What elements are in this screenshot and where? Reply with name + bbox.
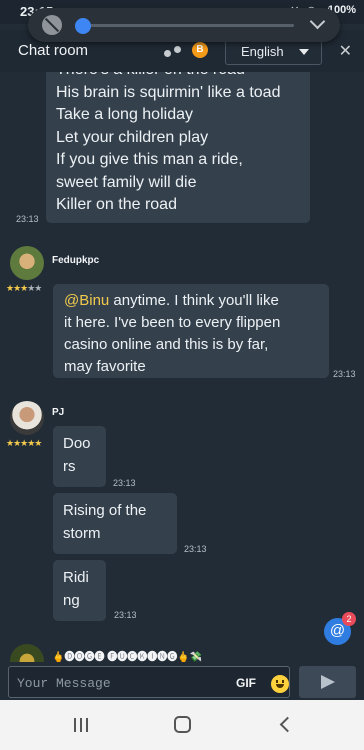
sound-icon[interactable]	[164, 44, 184, 58]
message-input[interactable]	[17, 673, 217, 693]
username[interactable]: PJ	[52, 407, 64, 418]
message-line: sweet family will die	[56, 173, 197, 191]
message-line: it here. I've been to every flippen	[64, 314, 281, 331]
username[interactable]: Fedupkpc	[52, 255, 99, 266]
message-line: Rising of the	[63, 502, 147, 519]
volume-slider[interactable]	[74, 18, 294, 34]
send-button[interactable]	[299, 666, 356, 698]
message-line: Take a long holiday	[56, 106, 193, 123]
avatar[interactable]	[10, 644, 44, 662]
avatar[interactable]	[10, 401, 44, 435]
caret-down-icon	[299, 49, 309, 55]
chat-room-title: Chat room	[18, 42, 89, 59]
message-line: casino online and this is by far,	[64, 336, 269, 353]
message-input-box: GIF	[8, 666, 290, 698]
message-bubble: Rising of the storm	[53, 493, 177, 554]
message-bubble: There's a killer on the road His brain i…	[46, 72, 310, 223]
rating-stars: ★★★★★	[6, 283, 42, 293]
coin-icon[interactable]: B	[192, 42, 208, 58]
message-list[interactable]: There's a killer on the road His brain i…	[0, 72, 364, 662]
message-line: may favorite	[64, 358, 146, 375]
message-line: His brain is squirmin' like a toad	[56, 83, 281, 101]
message-line: ng	[63, 592, 80, 609]
user-mention[interactable]: @Binu	[64, 292, 109, 309]
message-line: There's a killer on the road	[56, 72, 280, 82]
chevron-down-icon[interactable]	[308, 15, 326, 33]
emoji-icon[interactable]	[271, 675, 289, 693]
message-text: anytime. I think you'll like	[109, 292, 279, 309]
message-line: Doo	[63, 435, 91, 452]
system-nav-bar	[0, 700, 364, 750]
language-value: English	[241, 44, 284, 59]
unread-badge: 2	[342, 612, 356, 626]
back-icon[interactable]	[279, 716, 296, 733]
message-bubble: Doo rs	[53, 426, 106, 487]
rating-stars: ★★★★★	[6, 438, 42, 448]
message-time: 23:13	[114, 610, 137, 620]
avatar[interactable]	[10, 246, 44, 280]
volume-thumb[interactable]	[74, 18, 91, 34]
message-line: Ridi	[63, 569, 89, 586]
mute-icon[interactable]	[42, 15, 62, 35]
message-time: 23:13	[333, 369, 356, 379]
username[interactable]: 🖕🅓🅞🅖🅔 🅕🅤🅒🅚🅘🅝🅖🖕💸	[52, 648, 202, 662]
message-composer: GIF	[0, 662, 364, 700]
message-bubble: @Binu anytime. I think you'll like it he…	[53, 284, 329, 378]
gif-button[interactable]: GIF	[236, 676, 256, 690]
message-line: Let your children play	[56, 128, 209, 146]
message-time: 23:13	[16, 214, 39, 224]
message-line: Killer on the road	[56, 196, 177, 213]
message-time: 23:13	[113, 478, 136, 488]
message-time: 23:13	[184, 544, 207, 554]
volume-panel	[28, 8, 340, 42]
message-bubble: Ridi ng	[53, 560, 106, 621]
home-icon[interactable]	[174, 716, 191, 733]
recents-icon[interactable]	[74, 718, 88, 732]
message-line: storm	[63, 525, 101, 542]
close-button[interactable]: ✕	[339, 41, 352, 61]
message-line: If you give this man a ride,	[56, 151, 243, 168]
message-line: rs	[63, 458, 76, 475]
